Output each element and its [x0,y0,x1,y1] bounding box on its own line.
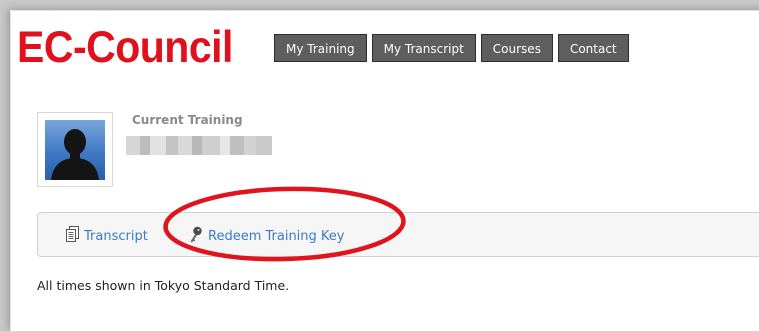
transcript-link-label: Transcript [84,228,148,244]
nav-my-training-button[interactable]: My Training [274,34,367,62]
person-silhouette-icon [45,120,105,180]
training-actions-bar: Transcript Redeem Training Key [37,212,759,257]
document-icon [66,226,79,246]
transcript-link[interactable]: Transcript [66,226,148,246]
current-training-value-redacted [126,136,272,155]
nav-contact-button[interactable]: Contact [557,34,629,62]
avatar [37,112,113,187]
ec-council-logo[interactable]: EC-Council [17,23,233,71]
current-training-label: Current Training [132,113,243,127]
redeem-training-key-label: Redeem Training Key [208,229,345,244]
timezone-note: All times shown in Tokyo Standard Time. [37,278,290,293]
redeem-training-key-link[interactable]: Redeem Training Key [189,226,345,247]
main-nav: My Training My Transcript Courses Contac… [274,34,629,62]
nav-courses-button[interactable]: Courses [480,34,553,62]
nav-my-transcript-button[interactable]: My Transcript [371,34,476,62]
key-icon [189,226,203,247]
